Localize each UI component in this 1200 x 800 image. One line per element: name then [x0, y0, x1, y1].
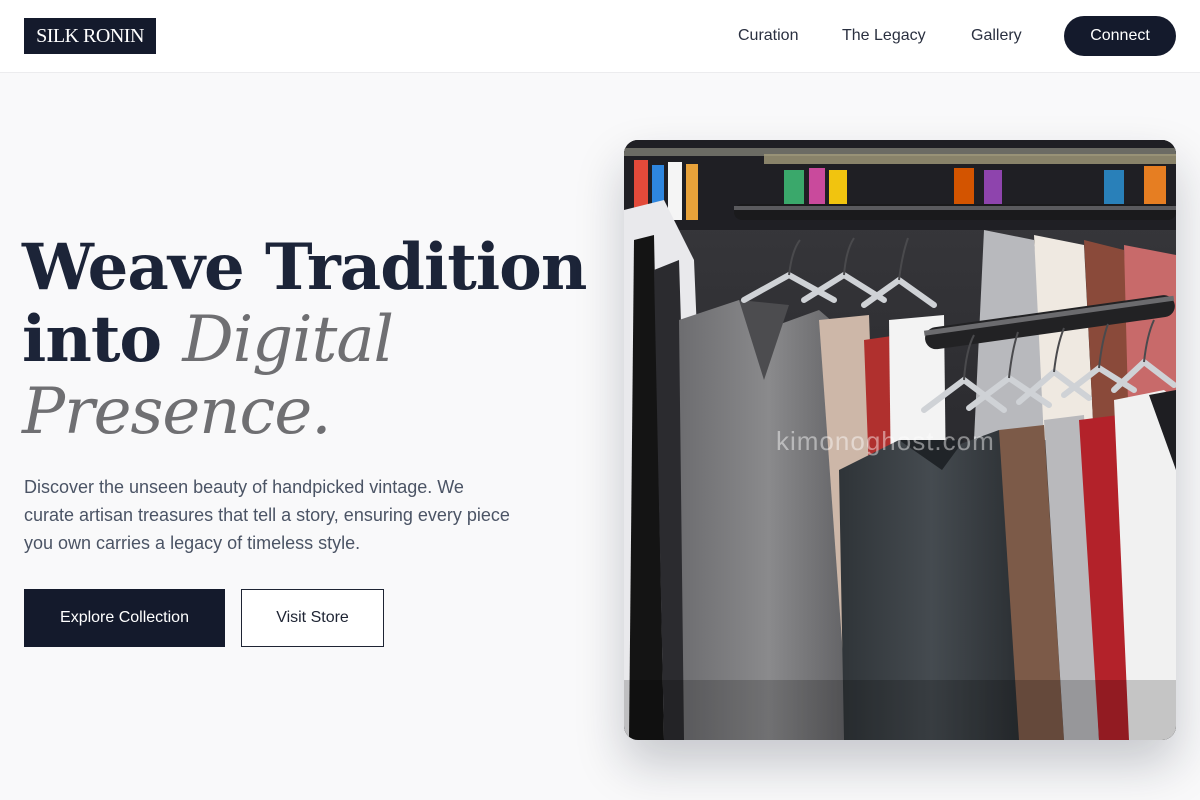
- hero-title-line-3: Presence.: [22, 375, 332, 449]
- explore-collection-button[interactable]: Explore Collection: [24, 589, 225, 647]
- hero-image-clothing-rack: kimonoghost.com: [624, 140, 1176, 740]
- hero-title: Weave Tradition into Digital Presence.: [22, 230, 612, 449]
- nav-link-curation[interactable]: Curation: [738, 24, 798, 48]
- nav-link-gallery[interactable]: Gallery: [971, 24, 1022, 48]
- hero-title-plain: into: [22, 302, 183, 377]
- visit-store-button[interactable]: Visit Store: [241, 589, 384, 647]
- hero-title-accent: Digital: [182, 303, 394, 377]
- hero-title-line-2: into Digital: [22, 302, 612, 377]
- site-header: SILK RONIN Curation The Legacy Gallery C…: [0, 0, 1200, 73]
- logo[interactable]: SILK RONIN: [24, 18, 156, 54]
- connect-button[interactable]: Connect: [1064, 16, 1176, 56]
- hero-title-line-1: Weave Tradition: [22, 230, 587, 305]
- nav-link-the-legacy[interactable]: The Legacy: [842, 24, 926, 48]
- hero-subtitle: Discover the unseen beauty of handpicked…: [24, 477, 510, 553]
- image-watermark: kimonoghost.com: [776, 426, 995, 456]
